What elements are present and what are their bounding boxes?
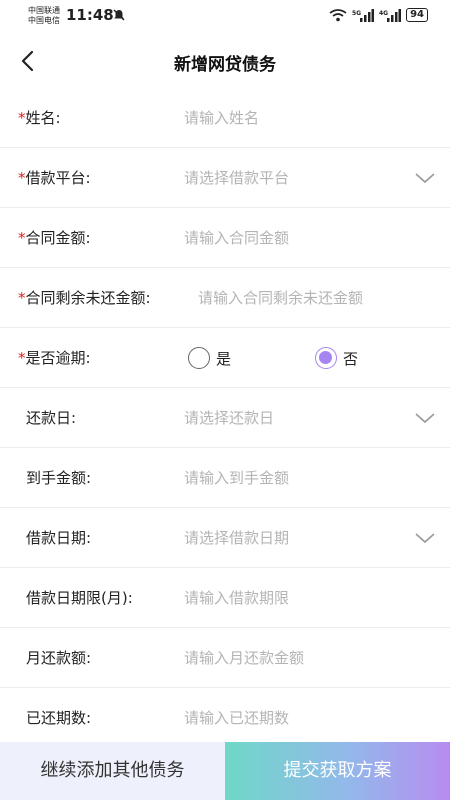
remaining-amount-input[interactable]: 请输入合同剩余未还金额	[198, 268, 363, 328]
overdue-yes-radio[interactable]: 是	[188, 347, 231, 369]
carrier-labels: 中国联通 中国电信	[28, 6, 60, 26]
paid-periods-row[interactable]: 已还期数: 请输入已还期数	[0, 688, 450, 748]
monthly-payment-label: 月还款额:	[26, 649, 92, 667]
overdue-yes-label: 是	[216, 349, 232, 368]
nav-bar: 新增网贷债务	[0, 38, 450, 84]
signal-4g-icon: 4G	[379, 8, 402, 22]
required-mark: *	[18, 109, 26, 127]
paid-periods-input[interactable]: 请输入已还期数	[184, 688, 289, 748]
bottom-action-bar: 继续添加其他债务 提交获取方案	[0, 742, 450, 800]
repay-day-select[interactable]: 请选择还款日	[184, 388, 274, 448]
contract-amount-label-text: 合同金额:	[25, 229, 91, 247]
overdue-label-text: 是否逾期:	[25, 349, 91, 367]
platform-label: *借款平台:	[18, 148, 91, 208]
repay-day-row[interactable]: 还款日: 请选择还款日	[0, 388, 450, 448]
submit-button[interactable]: 提交获取方案	[225, 742, 450, 800]
loan-term-row[interactable]: 借款日期限(月): 请输入借款期限	[0, 568, 450, 628]
add-more-debt-button[interactable]: 继续添加其他债务	[0, 742, 225, 800]
platform-label-text: 借款平台:	[25, 169, 91, 187]
repay-day-label: 还款日:	[26, 409, 77, 427]
loan-date-label: 借款日期:	[26, 529, 92, 547]
status-time: 11:48	[66, 6, 114, 24]
radio-unchecked-icon[interactable]	[188, 347, 210, 369]
received-amount-label: 到手金额:	[26, 469, 92, 487]
chevron-down-icon[interactable]	[414, 528, 436, 548]
overdue-no-radio[interactable]: 否	[315, 347, 358, 369]
carrier-2: 中国电信	[28, 16, 60, 25]
name-row[interactable]: *姓名: 请输入姓名	[0, 88, 450, 148]
network-1-label: 5G	[352, 10, 361, 17]
loan-term-label: 借款日期限(月):	[26, 589, 133, 607]
remaining-amount-label-text: 合同剩余未还金额:	[25, 289, 151, 307]
overdue-row: *是否逾期: 是 否	[0, 328, 450, 388]
remaining-amount-label: *合同剩余未还金额:	[18, 268, 151, 328]
received-amount-input[interactable]: 请输入到手金额	[184, 448, 289, 508]
paid-periods-label: 已还期数:	[26, 709, 92, 727]
page-title: 新增网贷债务	[174, 55, 276, 75]
overdue-no-label: 否	[343, 349, 359, 368]
wifi-icon	[329, 8, 347, 21]
remaining-amount-row[interactable]: *合同剩余未还金额: 请输入合同剩余未还金额	[0, 268, 450, 328]
mute-bell-icon	[113, 9, 125, 21]
battery-indicator: 94	[406, 8, 428, 22]
loan-date-select[interactable]: 请选择借款日期	[184, 508, 289, 568]
loan-term-input[interactable]: 请输入借款期限	[184, 568, 289, 628]
required-mark: *	[18, 229, 26, 247]
name-input[interactable]: 请输入姓名	[184, 88, 259, 148]
required-mark: *	[18, 349, 26, 367]
overdue-label: *是否逾期:	[18, 328, 91, 388]
platform-row[interactable]: *借款平台: 请选择借款平台	[0, 148, 450, 208]
loan-date-row[interactable]: 借款日期: 请选择借款日期	[0, 508, 450, 568]
monthly-payment-input[interactable]: 请输入月还款金额	[184, 628, 304, 688]
name-label: *姓名:	[18, 88, 61, 148]
network-2-label: 4G	[379, 10, 388, 17]
monthly-payment-row[interactable]: 月还款额: 请输入月还款金额	[0, 628, 450, 688]
chevron-down-icon[interactable]	[414, 408, 436, 428]
required-mark: *	[18, 289, 26, 307]
carrier-1: 中国联通	[28, 6, 60, 15]
name-label-text: 姓名:	[25, 109, 61, 127]
contract-amount-label: *合同金额:	[18, 208, 91, 268]
contract-amount-input[interactable]: 请输入合同金额	[184, 208, 289, 268]
platform-select[interactable]: 请选择借款平台	[184, 148, 289, 208]
required-mark: *	[18, 169, 26, 187]
signal-5g-icon: 5G	[352, 8, 375, 22]
overdue-radio-group: 是 否	[188, 328, 442, 388]
status-right: 5G 4G 94	[329, 8, 428, 22]
status-bar: 中国联通 中国电信 11:48 5G 4G 94	[0, 0, 450, 34]
radio-checked-icon[interactable]	[315, 347, 338, 369]
debt-form: *姓名: 请输入姓名 *借款平台: 请选择借款平台 *合同金额: 请输入合同金额…	[0, 88, 450, 748]
received-amount-row[interactable]: 到手金额: 请输入到手金额	[0, 448, 450, 508]
chevron-down-icon[interactable]	[414, 168, 436, 188]
contract-amount-row[interactable]: *合同金额: 请输入合同金额	[0, 208, 450, 268]
